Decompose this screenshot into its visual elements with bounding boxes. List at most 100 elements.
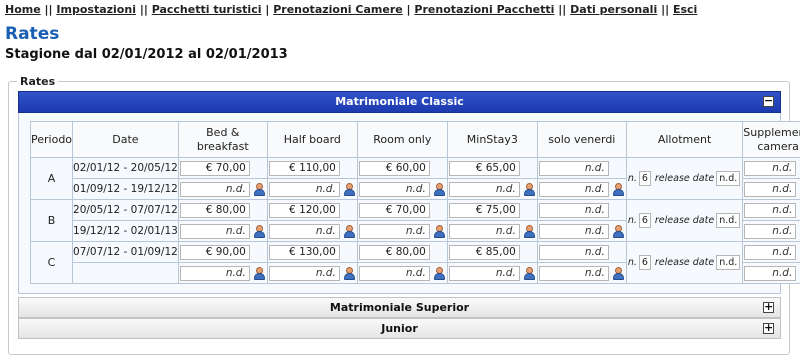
rate-input[interactable]: € 80,00 bbox=[359, 245, 430, 260]
allotment-n-input[interactable]: 6 bbox=[639, 255, 651, 270]
nav-prenotazioni-pacchetti[interactable]: Prenotazioni Pacchetti bbox=[414, 3, 554, 16]
rate-input[interactable]: n.d. bbox=[269, 266, 340, 281]
rate-input[interactable]: n.d. bbox=[449, 266, 520, 281]
rate-cell: n.d. bbox=[179, 179, 267, 199]
nav-home[interactable]: Home bbox=[5, 3, 41, 16]
user-icon[interactable] bbox=[612, 183, 625, 196]
user-icon[interactable] bbox=[253, 267, 266, 280]
rate-input[interactable]: n.d. bbox=[539, 203, 609, 218]
rate-input[interactable]: n.d. bbox=[359, 266, 430, 281]
rate-input[interactable]: € 60,00 bbox=[359, 161, 430, 176]
user-icon[interactable] bbox=[343, 267, 356, 280]
allotment-n-label: n. bbox=[628, 257, 637, 268]
user-icon[interactable] bbox=[343, 225, 356, 238]
allotment-cell: n.6release daten.d. bbox=[626, 200, 742, 242]
expand-icon[interactable]: + bbox=[763, 302, 774, 313]
rate-input[interactable]: n.d. bbox=[449, 182, 520, 197]
user-icon[interactable] bbox=[523, 183, 536, 196]
allotment-n-label: n. bbox=[628, 173, 637, 184]
release-date-input[interactable]: n.d. bbox=[716, 213, 740, 228]
rate-input[interactable]: n.d. bbox=[539, 182, 609, 197]
rate-input[interactable]: € 70,00 bbox=[359, 203, 430, 218]
rate-cell: n.d. bbox=[179, 221, 267, 241]
collapse-icon[interactable]: − bbox=[763, 96, 774, 107]
rate-input[interactable]: n.d. bbox=[744, 245, 796, 260]
rate-input[interactable]: n.d. bbox=[180, 182, 250, 197]
nav-prenotazioni-camere[interactable]: Prenotazioni Camere bbox=[273, 3, 402, 16]
allotment-cell: n.6release daten.d. bbox=[626, 242, 742, 284]
rate-cell: € 90,00 bbox=[179, 242, 267, 262]
rate-input[interactable]: € 130,00 bbox=[269, 245, 340, 260]
rate-input[interactable]: n.d. bbox=[180, 266, 250, 281]
rate-input[interactable]: n.d. bbox=[269, 182, 340, 197]
nav-esci[interactable]: Esci bbox=[673, 3, 697, 16]
rate-input[interactable]: n.d. bbox=[359, 182, 430, 197]
accordion-header-junior[interactable]: Junior + bbox=[18, 318, 781, 339]
rate-input[interactable]: € 120,00 bbox=[269, 203, 340, 218]
user-icon[interactable] bbox=[253, 183, 266, 196]
user-icon[interactable] bbox=[433, 183, 446, 196]
date-range bbox=[73, 263, 179, 284]
user-icon[interactable] bbox=[523, 225, 536, 238]
rate-cell: € 85,00 bbox=[448, 242, 537, 262]
col-supplementi-camera: Supplementi camera bbox=[743, 122, 800, 158]
release-date-input[interactable]: n.d. bbox=[716, 171, 740, 186]
rate-input[interactable]: n.d. bbox=[744, 203, 796, 218]
rate-input[interactable]: € 90,00 bbox=[180, 245, 250, 260]
accordion-header-matrimoniale-superior[interactable]: Matrimoniale Superior + bbox=[18, 297, 781, 318]
expand-icon[interactable]: + bbox=[763, 323, 774, 334]
rate-input[interactable]: € 85,00 bbox=[449, 245, 520, 260]
page-title: Rates bbox=[5, 24, 59, 44]
rate-input[interactable]: n.d. bbox=[539, 161, 609, 176]
rate-cell: € 80,00 bbox=[358, 242, 447, 262]
user-icon[interactable] bbox=[612, 225, 625, 238]
user-icon[interactable] bbox=[433, 225, 446, 238]
date-range: 07/07/12 - 01/09/12 bbox=[73, 242, 179, 263]
rate-cell: € 110,00 bbox=[268, 158, 357, 178]
nav-separator: || bbox=[558, 3, 566, 16]
rate-input[interactable]: n.d. bbox=[539, 224, 609, 239]
rate-input[interactable]: n.d. bbox=[744, 161, 796, 176]
rate-input[interactable]: € 75,00 bbox=[449, 203, 520, 218]
nav-pacchetti-turistici[interactable]: Pacchetti turistici bbox=[152, 3, 262, 16]
release-date-input[interactable]: n.d. bbox=[716, 255, 740, 270]
nav-impostazioni[interactable]: Impostazioni bbox=[56, 3, 136, 16]
rate-input[interactable]: n.d. bbox=[449, 224, 520, 239]
col-room-only: Room only bbox=[357, 122, 447, 158]
rate-input[interactable]: n.d. bbox=[744, 266, 796, 281]
rate-cell: n.d. bbox=[358, 179, 447, 199]
rate-input[interactable]: n.d. bbox=[180, 224, 250, 239]
accordion-title: Matrimoniale Superior bbox=[330, 301, 469, 314]
rate-input[interactable]: € 80,00 bbox=[180, 203, 250, 218]
rate-input[interactable]: € 110,00 bbox=[269, 161, 340, 176]
rate-cell: n.d. bbox=[538, 242, 626, 262]
user-icon[interactable] bbox=[343, 183, 356, 196]
user-icon[interactable] bbox=[612, 267, 625, 280]
date-range: 20/05/12 - 07/07/12 bbox=[73, 200, 179, 221]
rate-input[interactable]: € 65,00 bbox=[449, 161, 520, 176]
rate-cell: n.d. bbox=[538, 179, 626, 199]
allotment-n-input[interactable]: 6 bbox=[639, 213, 651, 228]
user-icon[interactable] bbox=[523, 267, 536, 280]
rate-input[interactable]: n.d. bbox=[269, 224, 340, 239]
rate-input[interactable]: n.d. bbox=[359, 224, 430, 239]
period-label: B bbox=[31, 200, 73, 242]
rate-cell: € 65,00 bbox=[448, 158, 537, 178]
accordion-title: Junior bbox=[381, 322, 418, 335]
col-half-board: Half board bbox=[267, 122, 357, 158]
rate-cell: n.d. bbox=[448, 179, 537, 199]
allotment-n-input[interactable]: 6 bbox=[639, 171, 651, 186]
rate-input[interactable]: n.d. bbox=[539, 245, 609, 260]
rate-input[interactable]: n.d. bbox=[744, 224, 796, 239]
rate-cell: € 80,00 bbox=[179, 200, 267, 220]
user-icon[interactable] bbox=[433, 267, 446, 280]
rates-table: Periodo Date Bed & breakfast Half board … bbox=[30, 121, 800, 284]
date-range: 01/09/12 - 19/12/12 bbox=[73, 179, 179, 200]
user-icon[interactable] bbox=[253, 225, 266, 238]
accordion-header-matrimoniale-classic[interactable]: Matrimoniale Classic − bbox=[18, 91, 781, 113]
nav-dati-personali[interactable]: Dati personali bbox=[570, 3, 657, 16]
rate-input[interactable]: € 70,00 bbox=[180, 161, 250, 176]
rate-input[interactable]: n.d. bbox=[744, 182, 796, 197]
date-range: 19/12/12 - 02/01/13 bbox=[73, 221, 179, 242]
rate-input[interactable]: n.d. bbox=[539, 266, 609, 281]
